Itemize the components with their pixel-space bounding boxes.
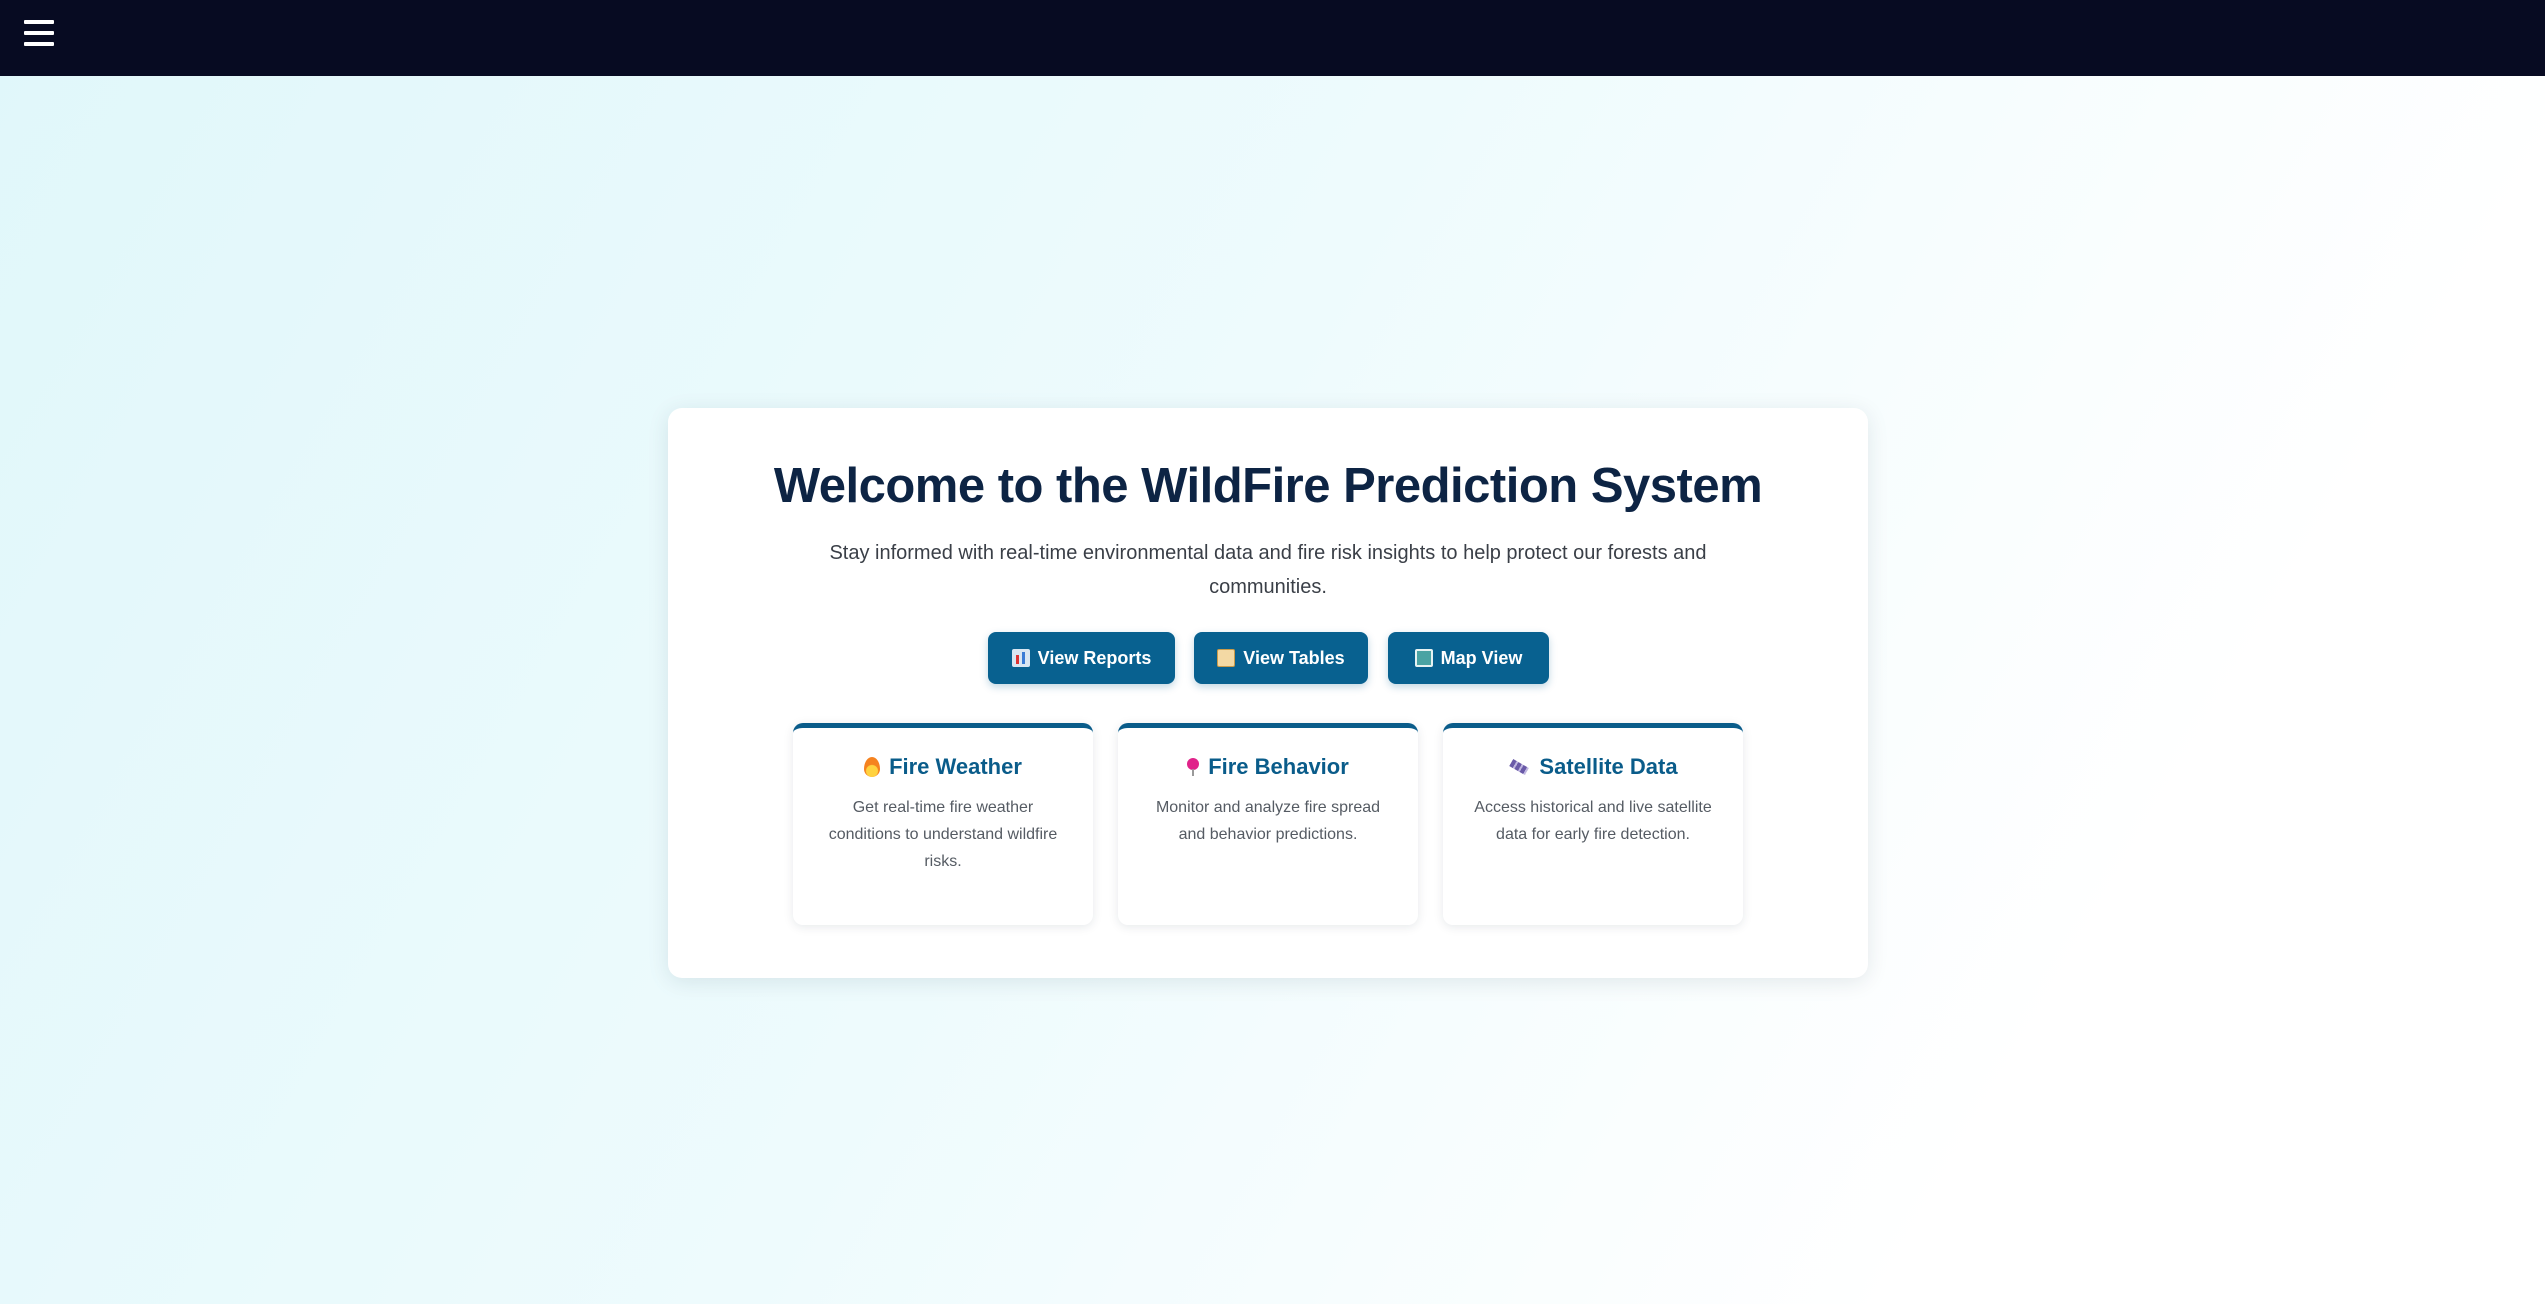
feature-card-fire-weather[interactable]: Fire Weather Get real-time fire weather … <box>793 723 1093 925</box>
feature-title: Satellite Data <box>1443 754 1743 780</box>
feature-card-satellite-data[interactable]: Satellite Data Access historical and liv… <box>1443 723 1743 925</box>
top-navbar <box>0 0 2545 76</box>
view-reports-label: View Reports <box>1037 647 1152 668</box>
feature-description: Monitor and analyze fire spread and beha… <box>1155 799 1381 843</box>
flame-icon <box>864 757 881 777</box>
hamburger-menu-icon[interactable] <box>24 19 54 49</box>
feature-card-fire-behavior[interactable]: Fire Behavior Monitor and analyze fire s… <box>1118 723 1418 925</box>
view-tables-button[interactable]: View Tables <box>1194 632 1368 684</box>
feature-title: Fire Behavior <box>1118 754 1418 780</box>
map-view-button[interactable]: Map View <box>1388 632 1549 684</box>
page-title: Welcome to the WildFire Prediction Syste… <box>773 459 1763 513</box>
view-tables-label: View Tables <box>1243 647 1345 668</box>
feature-title-text: Satellite Data <box>1539 754 1678 779</box>
feature-title: Fire Weather <box>793 754 1093 780</box>
satellite-icon <box>1508 758 1530 776</box>
pushpin-icon <box>1187 758 1200 776</box>
scroll-icon <box>1217 649 1236 667</box>
map-view-label: Map View <box>1440 647 1523 668</box>
view-reports-button[interactable]: View Reports <box>988 632 1175 684</box>
feature-description: Access historical and live satellite dat… <box>1474 799 1712 843</box>
feature-title-text: Fire Weather <box>889 754 1022 779</box>
welcome-subtitle: Stay informed with real-time environment… <box>829 542 1707 598</box>
feature-description: Get real-time fire weather conditions to… <box>828 799 1058 870</box>
action-buttons: View Reports View Tables Map View <box>668 632 1868 684</box>
feature-title-text: Fire Behavior <box>1208 754 1349 779</box>
map-icon <box>1414 649 1433 667</box>
bar-chart-icon <box>1011 649 1030 667</box>
welcome-card: Welcome to the WildFire Prediction Syste… <box>668 408 1868 978</box>
